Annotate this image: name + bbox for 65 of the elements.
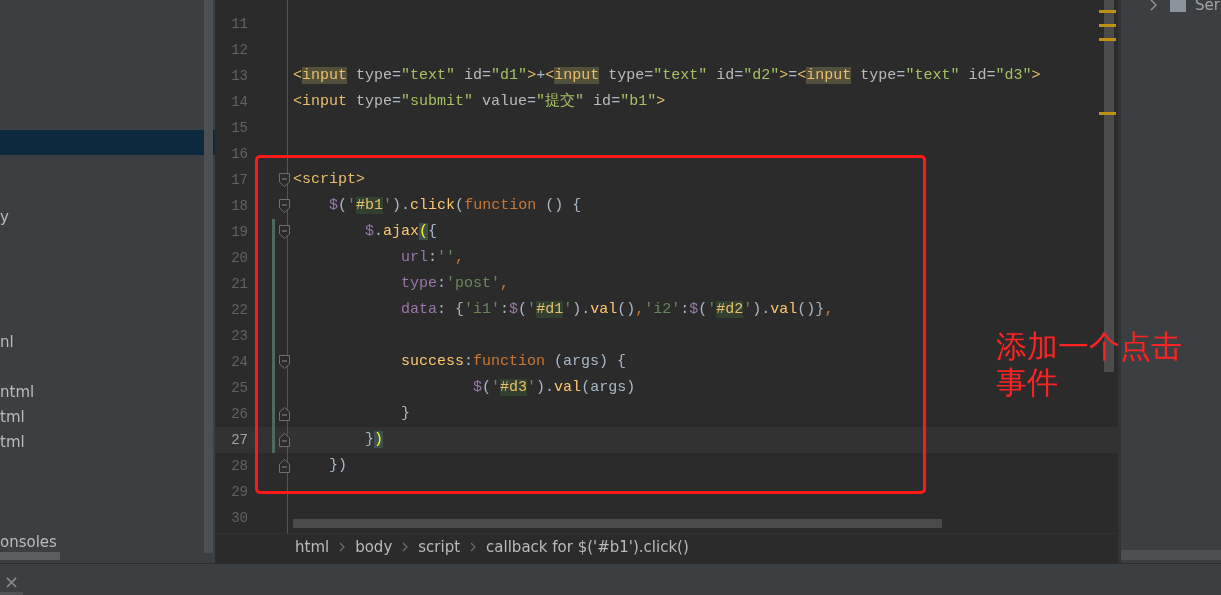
error-stripe-mark[interactable] (1099, 38, 1116, 41)
line-number: 14 (230, 92, 249, 112)
line-number: 19 (230, 222, 249, 242)
line-number: 16 (230, 144, 249, 164)
line-number: 22 (230, 300, 249, 320)
code-line: }) (328, 455, 347, 476)
chevron-icon (402, 542, 409, 552)
tree-item[interactable]: ntml (0, 380, 215, 405)
fold-icon[interactable] (278, 433, 290, 447)
tree-item[interactable]: y (0, 205, 215, 230)
code-line: data: {'i1':$('#d1').val(),'i2':$('#d2').val()}, (400, 299, 834, 320)
line-number: 29 (230, 482, 249, 502)
breadcrumb[interactable]: callback for $('#b1').click() (486, 535, 689, 559)
tree-item[interactable]: tml (0, 405, 215, 430)
line-number: 24 (230, 352, 249, 372)
line-number: 25 (230, 378, 249, 398)
code-line: }) (364, 429, 384, 450)
tree-item[interactable]: onsoles (0, 530, 215, 555)
error-stripe-mark[interactable] (1099, 112, 1116, 115)
tree-item[interactable]: nl (0, 330, 215, 355)
selected-row[interactable] (0, 130, 215, 155)
line-number: 30 (230, 508, 249, 528)
annotation-text: 添加一个点击事件 (996, 328, 1183, 400)
breadcrumb[interactable]: script (418, 535, 461, 559)
code-line: $('#b1').click(function () { (328, 195, 582, 216)
scrollbar-thumb[interactable] (0, 552, 60, 560)
code-line: <script> (293, 169, 365, 190)
code-line: } (400, 403, 411, 424)
line-number: 26 (230, 404, 249, 424)
scrollbar-thumb[interactable] (1121, 550, 1221, 560)
chevron-icon (470, 542, 477, 552)
fold-icon[interactable] (278, 407, 290, 421)
breadcrumb[interactable]: html (295, 535, 330, 559)
fold-icon[interactable] (278, 199, 290, 213)
line-number: 18 (230, 196, 249, 216)
line-number: 21 (230, 274, 249, 294)
code-line: url:'', (400, 247, 465, 268)
folder-icon (1170, 0, 1186, 12)
line-number: 15 (230, 118, 249, 138)
code-line: success:function (args) { (400, 351, 627, 372)
code-line: $('#d3').val(args) (472, 377, 636, 398)
error-stripe-mark[interactable] (1099, 24, 1116, 27)
fold-icon[interactable] (278, 225, 290, 239)
fold-icon[interactable] (278, 355, 290, 369)
line-number: 12 (230, 40, 249, 60)
close-button[interactable]: × (0, 567, 24, 595)
code-line: <input type="text" id="d1">+<input type="text" id="d2">=<input type="text" id="d3"> (293, 65, 1041, 86)
code-line: <input type="submit" value="提交" id="b1"> (293, 91, 666, 112)
line-number: 13 (230, 66, 249, 86)
line-number: 23 (230, 326, 249, 346)
chevron-icon (339, 542, 346, 552)
line-number: 20 (230, 248, 249, 268)
code-line: type:'post', (400, 273, 510, 294)
tree-item[interactable]: tml (0, 430, 215, 455)
fold-icon[interactable] (278, 459, 290, 473)
code-line: $.ajax({ (364, 221, 438, 242)
fold-icon[interactable] (278, 173, 290, 187)
line-number: 27 (230, 430, 249, 450)
scrollbar-thumb[interactable] (204, 0, 213, 553)
scrollbar-thumb[interactable] (293, 519, 942, 528)
line-number: 11 (230, 14, 249, 34)
line-number: 17 (230, 170, 249, 190)
breadcrumb[interactable]: body (355, 535, 393, 559)
line-number: 28 (230, 456, 249, 476)
error-stripe-mark[interactable] (1099, 10, 1116, 13)
